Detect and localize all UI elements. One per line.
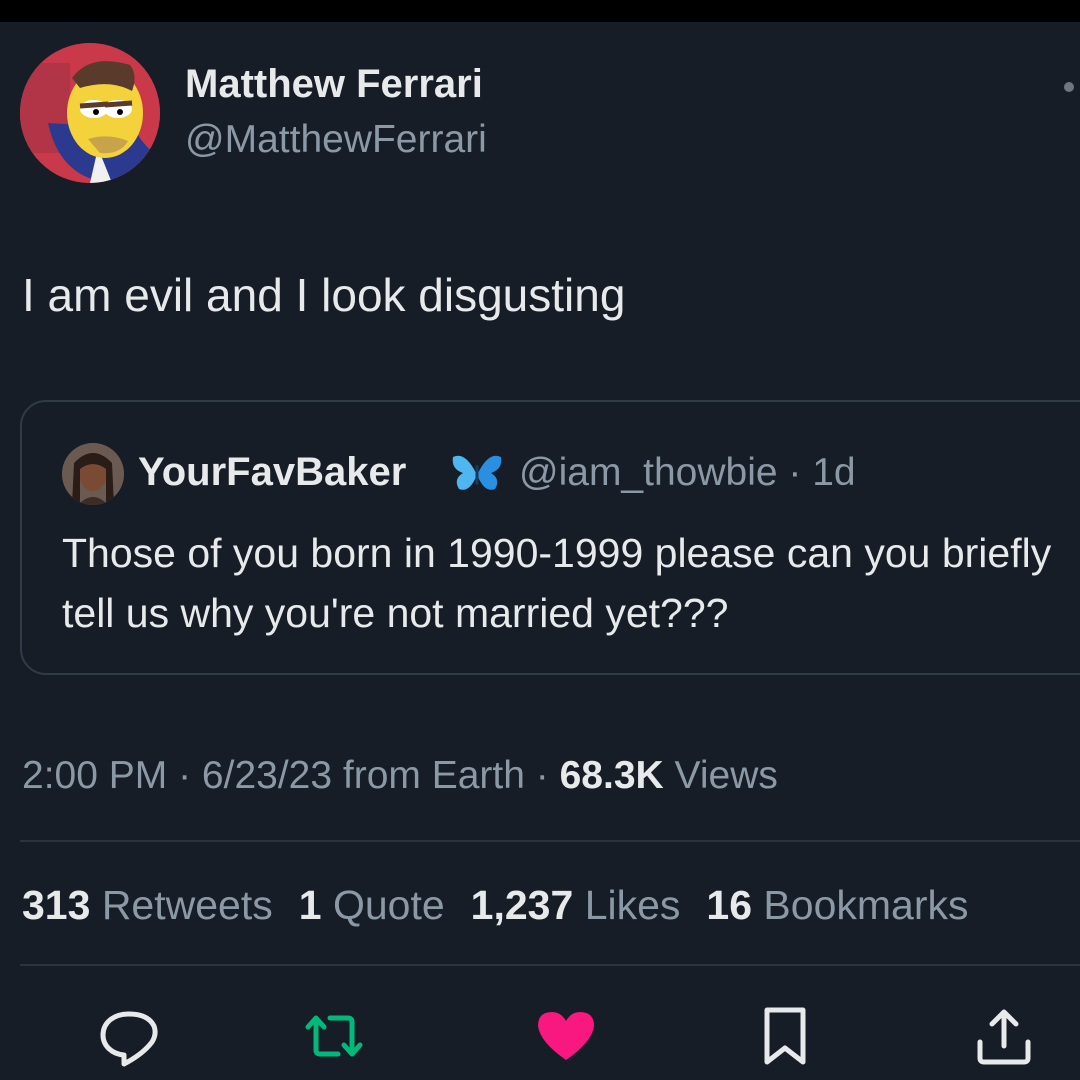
divider xyxy=(20,964,1080,966)
person-avatar-icon xyxy=(62,443,124,505)
share-icon xyxy=(977,1009,1031,1065)
divider xyxy=(20,840,1080,842)
engagement-stats: 313 Retweets 1 Quote 1,237 Likes 16 Bookmar… xyxy=(22,882,994,929)
views-count: 68.3K xyxy=(559,754,664,797)
quoted-author-name[interactable]: YourFavBaker xyxy=(138,450,406,495)
likes-label: Likes xyxy=(584,882,681,928)
cartoon-avatar-icon xyxy=(20,43,160,183)
retweets-stat[interactable]: 313 Retweets xyxy=(22,882,273,928)
retweets-count: 313 xyxy=(22,882,91,928)
bookmarks-stat[interactable]: 16 Bookmarks xyxy=(706,882,968,928)
blue-butterfly-icon xyxy=(451,451,503,495)
quotes-stat[interactable]: 1 Quote xyxy=(299,882,445,928)
author-handle[interactable]: @MatthewFerrari xyxy=(185,118,487,162)
bookmarks-label: Bookmarks xyxy=(763,882,969,928)
meta-separator: · xyxy=(524,754,560,797)
quotes-count: 1 xyxy=(298,882,322,928)
like-heart-icon xyxy=(538,1012,594,1060)
reply-button[interactable] xyxy=(97,1004,161,1068)
author-name[interactable]: Matthew Ferrari xyxy=(185,62,483,107)
retweets-label: Retweets xyxy=(101,882,273,928)
tweet-metadata: 2:00 PM · 6/23/23 from Earth · 68.3K Vie… xyxy=(22,754,778,798)
quotes-label: Quote xyxy=(332,882,445,928)
tweet-date-source: 6/23/23 from Earth xyxy=(201,754,525,797)
avatar[interactable] xyxy=(20,43,160,183)
top-bar xyxy=(0,0,1080,22)
like-button[interactable] xyxy=(534,1004,598,1068)
retweet-icon xyxy=(305,1015,363,1057)
quoted-tweet-text: Those of you born in 1990-1999 please ca… xyxy=(62,530,1052,636)
bookmarks-count: 16 xyxy=(706,882,753,928)
tweet-time[interactable]: 2:00 PM xyxy=(22,754,167,797)
retweet-button[interactable] xyxy=(302,1004,366,1068)
quoted-author-avatar[interactable] xyxy=(62,443,124,505)
share-button[interactable] xyxy=(972,1004,1036,1068)
more-options-icon[interactable] xyxy=(1064,82,1074,92)
tweet-text: I am evil and I look disgusting xyxy=(22,269,626,321)
views-label: Views xyxy=(674,754,778,797)
meta-separator: · xyxy=(167,754,202,797)
likes-count: 1,237 xyxy=(470,882,574,928)
reply-icon xyxy=(100,1011,158,1067)
bookmark-icon xyxy=(764,1007,806,1065)
quoted-author-handle-time[interactable]: @iam_thowbie · 1d xyxy=(519,451,856,495)
bookmark-button[interactable] xyxy=(753,1004,817,1068)
likes-stat[interactable]: 1,237 Likes xyxy=(471,882,681,928)
tweet-detail-view: Matthew Ferrari @MatthewFerrari I am evi… xyxy=(0,0,1080,1080)
